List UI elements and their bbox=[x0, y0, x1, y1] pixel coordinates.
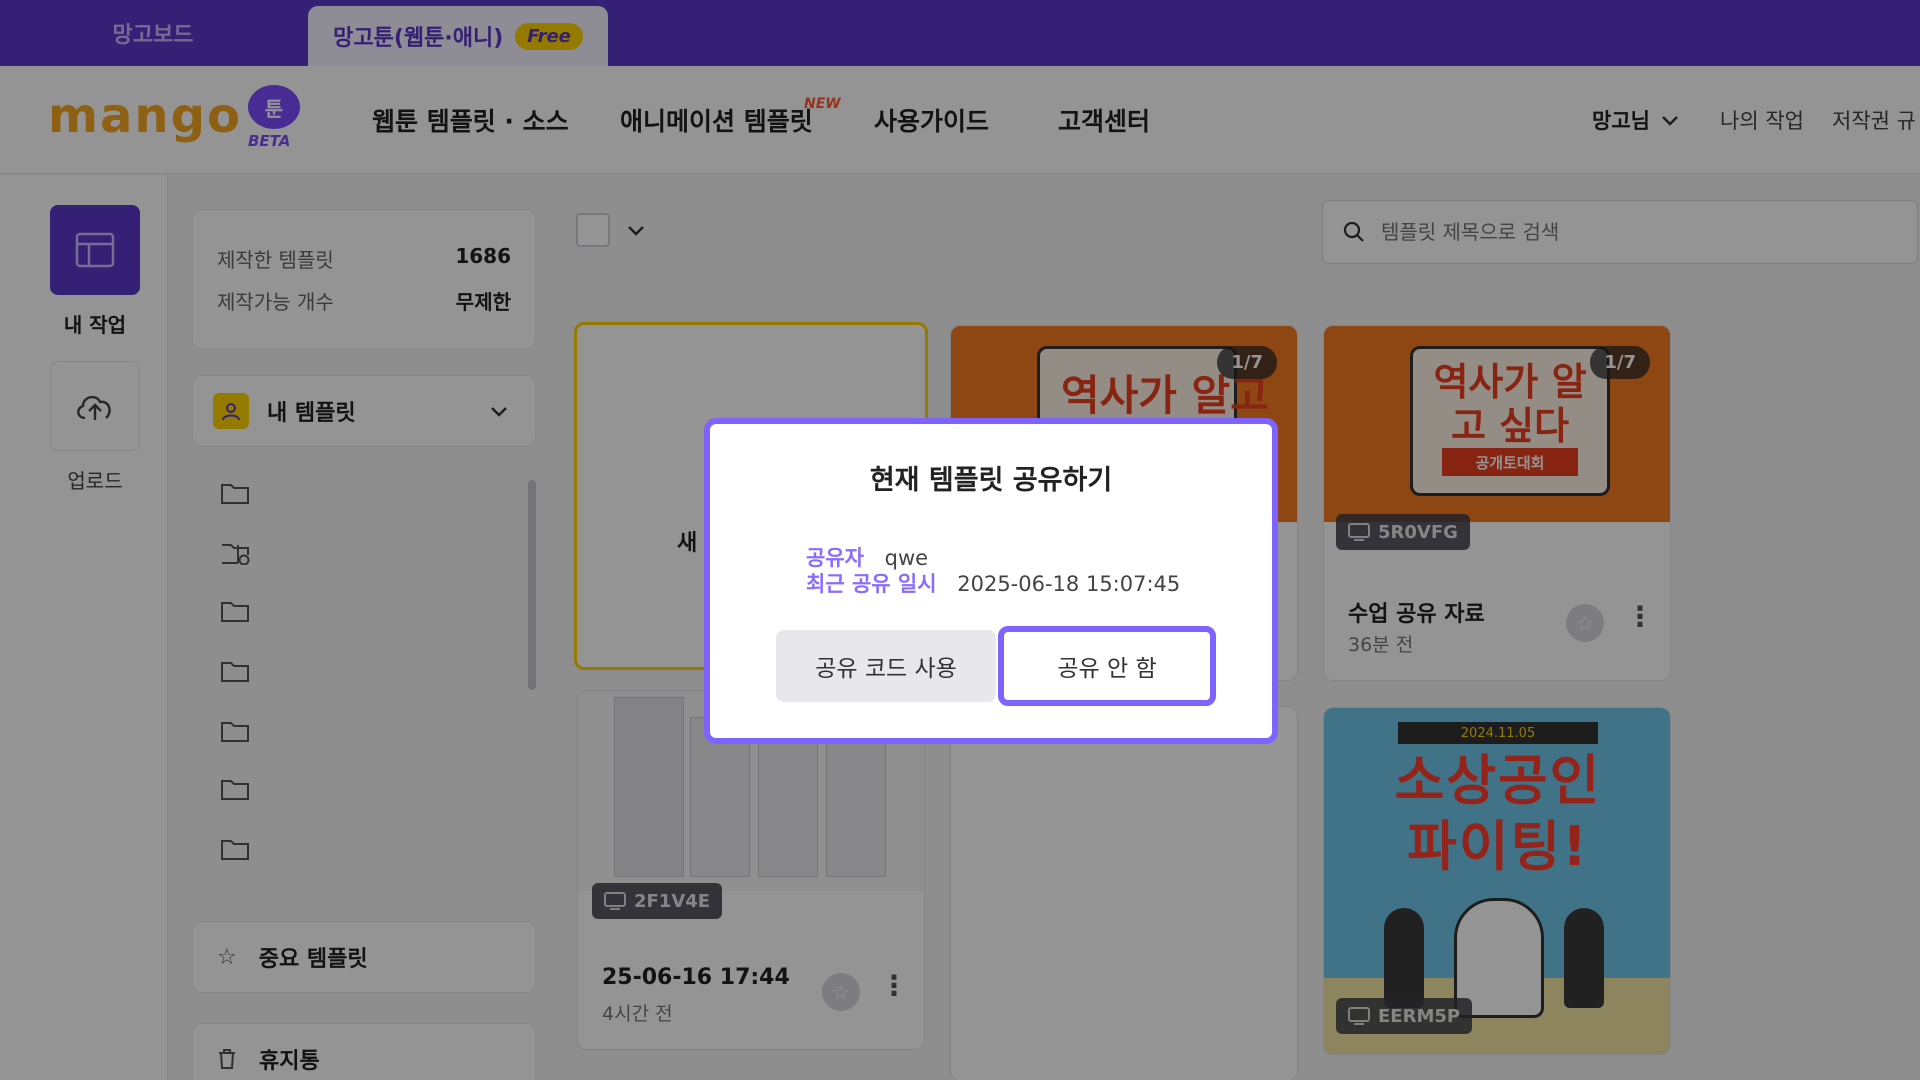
sharer-value: qwe bbox=[884, 546, 929, 570]
recent-share-row: 최근 공유 일시 2025-06-18 15:07:45 bbox=[806, 568, 1180, 598]
modal-title: 현재 템플릿 공유하기 bbox=[869, 465, 1113, 496]
no-share-button[interactable]: 공유 안 함 bbox=[998, 626, 1216, 706]
share-template-modal: 현재 템플릿 공유하기 공유자 qwe 최근 공유 일시 2025-06-18 … bbox=[704, 418, 1278, 744]
use-share-code-button[interactable]: 공유 코드 사용 bbox=[776, 630, 996, 702]
sharer-label: 공유자 bbox=[806, 546, 864, 570]
recent-share-label: 최근 공유 일시 bbox=[806, 572, 937, 596]
recent-share-value: 2025-06-18 15:07:45 bbox=[957, 572, 1181, 596]
